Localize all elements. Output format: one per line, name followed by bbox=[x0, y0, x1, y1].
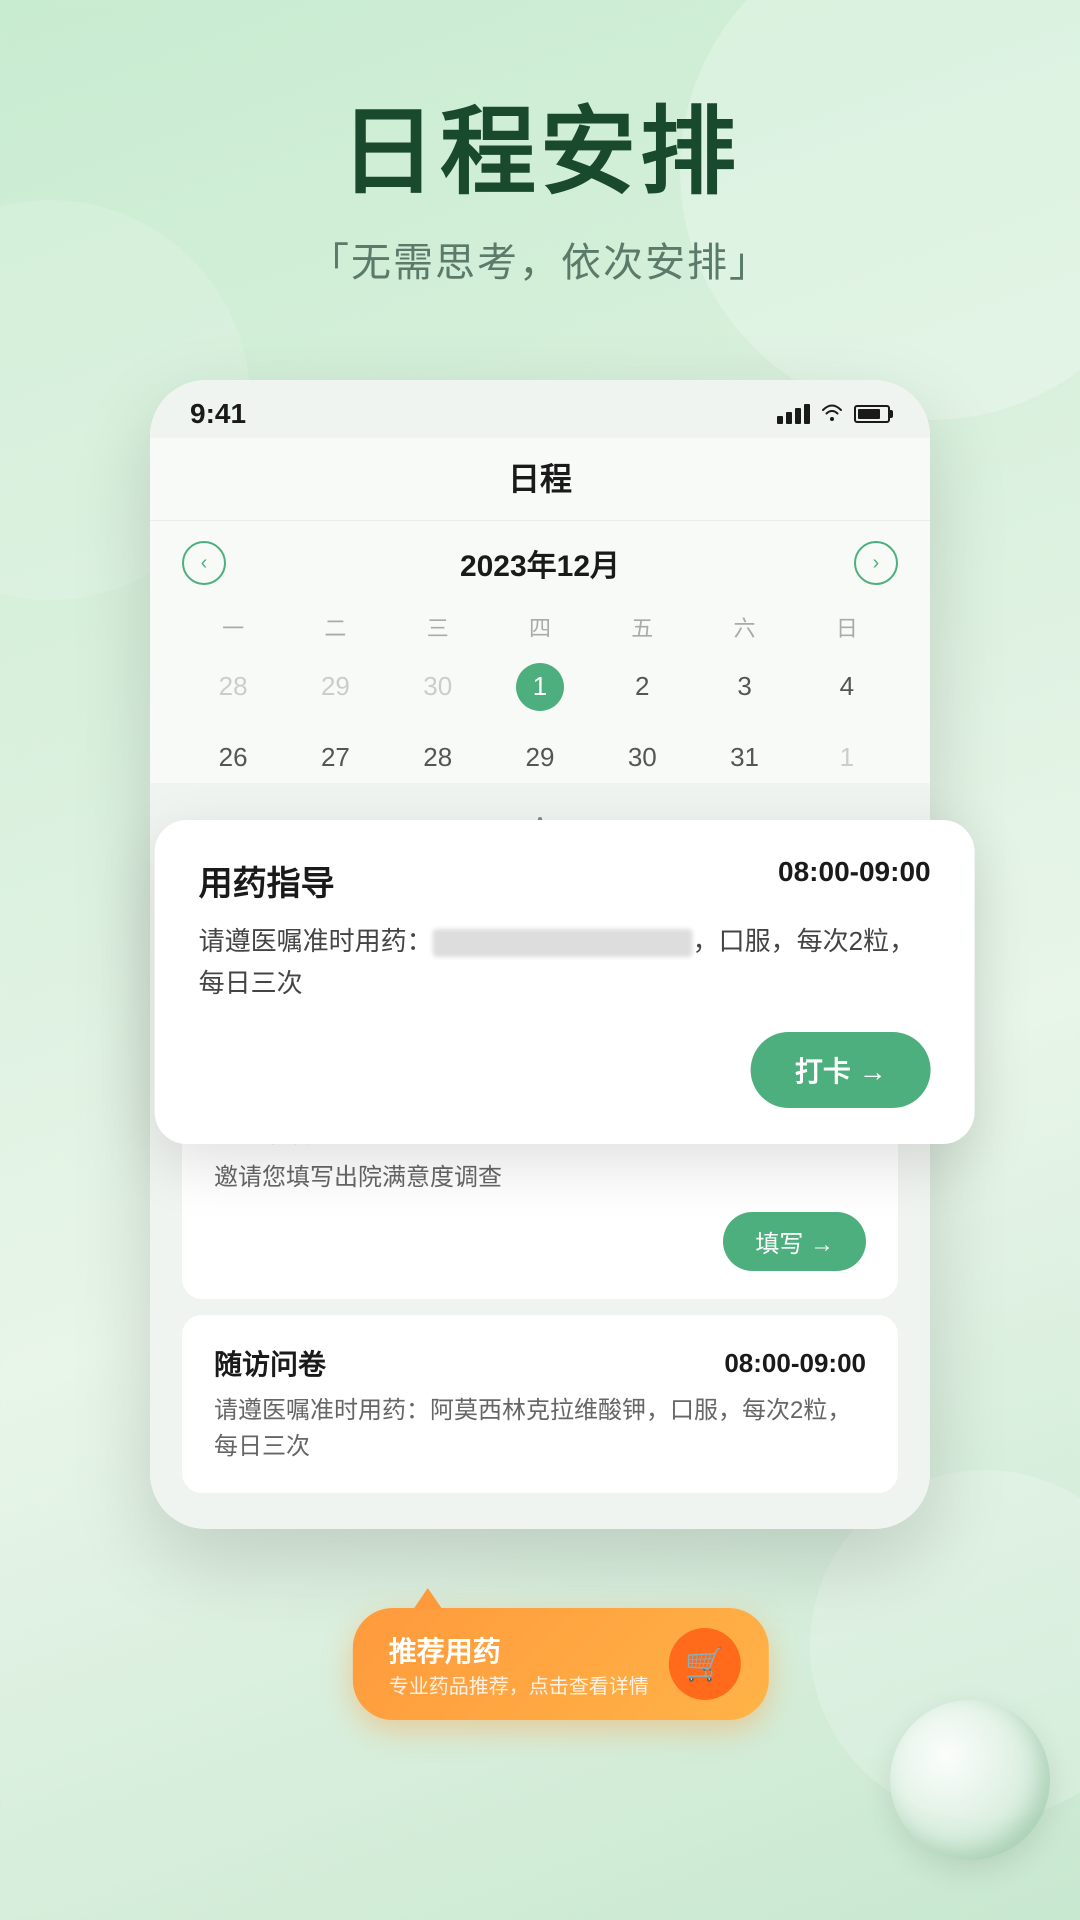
todo-item-1-footer: 填写 → bbox=[214, 1212, 866, 1271]
recommend-popup[interactable]: 推荐用药 专业药品推荐，点击查看详情 🛒 bbox=[353, 1608, 769, 1720]
todo-item-2-time: 08:00-09:00 bbox=[724, 1348, 866, 1379]
todo-item-2-header: 随访问卷 08:00-09:00 bbox=[214, 1343, 866, 1383]
weekday-tue: 二 bbox=[284, 605, 386, 649]
hero-section: 日程安排 「无需思考，依次安排」 bbox=[0, 0, 1080, 348]
app-title: 日程 bbox=[150, 454, 930, 500]
status-bar: 9:41 bbox=[150, 380, 930, 438]
cal-date-31[interactable]: 31 bbox=[693, 732, 795, 783]
cal-date-1next[interactable]: 1 bbox=[796, 732, 898, 783]
speech-bubble-tail bbox=[413, 1588, 443, 1610]
calendar-week1: 28 29 30 1 2 3 4 bbox=[182, 661, 898, 712]
status-icons bbox=[777, 401, 890, 427]
cart-icon: 🛒 bbox=[685, 1645, 725, 1683]
medication-card: 用药指导 08:00-09:00 请遵医嘱准时用药：，口服，每次2粒，每日三次 … bbox=[155, 820, 975, 1144]
app-header: 日程 bbox=[150, 438, 930, 521]
decorative-sphere bbox=[890, 1700, 1050, 1860]
cal-date-26[interactable]: 26 bbox=[182, 732, 284, 783]
wifi-icon bbox=[820, 401, 844, 427]
cal-date-4[interactable]: 4 bbox=[796, 661, 898, 712]
checkin-button[interactable]: 打卡 → bbox=[751, 1032, 931, 1108]
med-drug-name-blurred bbox=[433, 929, 693, 957]
weekday-sun: 日 bbox=[796, 605, 898, 649]
calendar-week2-container: 26 27 28 29 30 31 1 bbox=[150, 732, 930, 783]
hero-title: 日程安排 bbox=[0, 100, 1080, 206]
weekday-wed: 三 bbox=[387, 605, 489, 649]
med-card-desc: 请遵医嘱准时用药：，口服，每次2粒，每日三次 bbox=[199, 921, 931, 1004]
calendar-week2: 26 27 28 29 30 31 1 bbox=[182, 732, 898, 783]
cal-date-29prev[interactable]: 29 bbox=[284, 661, 386, 712]
weekday-sat: 六 bbox=[693, 605, 795, 649]
todo-item-2-title: 随访问卷 bbox=[214, 1343, 326, 1383]
todo-item-1-action[interactable]: 填写 → bbox=[723, 1212, 866, 1271]
status-time: 9:41 bbox=[190, 398, 246, 430]
recommend-text-area: 推荐用药 专业药品推荐，点击查看详情 bbox=[389, 1630, 649, 1699]
cal-date-3[interactable]: 3 bbox=[693, 661, 795, 712]
weekday-fri: 五 bbox=[591, 605, 693, 649]
cal-date-29[interactable]: 29 bbox=[489, 732, 591, 783]
next-month-button[interactable]: › bbox=[854, 541, 898, 585]
cal-date-28prev[interactable]: 28 bbox=[182, 661, 284, 712]
calendar-section: ‹ 2023年12月 › 一 二 三 四 五 六 日 28 29 30 1 2 … bbox=[150, 521, 930, 732]
cal-date-30[interactable]: 30 bbox=[591, 732, 693, 783]
cal-date-2[interactable]: 2 bbox=[591, 661, 693, 712]
todo-item-2: 随访问卷 08:00-09:00 请遵医嘱准时用药：阿莫西林克拉维酸钾，口服，每… bbox=[182, 1315, 898, 1493]
todo-item-2-desc: 请遵医嘱准时用药：阿莫西林克拉维酸钾，口服，每次2粒，每日三次 bbox=[214, 1393, 866, 1465]
signal-icon bbox=[777, 404, 810, 424]
prev-month-button[interactable]: ‹ bbox=[182, 541, 226, 585]
calendar-weekdays: 一 二 三 四 五 六 日 bbox=[182, 605, 898, 649]
hero-subtitle: 「无需思考，依次安排」 bbox=[0, 230, 1080, 288]
recommend-sub: 专业药品推荐，点击查看详情 bbox=[389, 1670, 649, 1699]
weekday-thu: 四 bbox=[489, 605, 591, 649]
calendar-nav: ‹ 2023年12月 › bbox=[182, 541, 898, 585]
cal-date-1[interactable]: 1 bbox=[516, 663, 564, 711]
med-desc-prefix: 请遵医嘱准时用药： bbox=[199, 926, 433, 956]
cal-date-30prev[interactable]: 30 bbox=[387, 661, 489, 712]
cal-date-27[interactable]: 27 bbox=[284, 732, 386, 783]
med-card-time: 08:00-09:00 bbox=[778, 856, 931, 888]
battery-icon bbox=[854, 405, 890, 423]
med-card-title: 用药指导 bbox=[199, 856, 335, 905]
cart-icon-button[interactable]: 🛒 bbox=[669, 1628, 741, 1700]
weekday-mon: 一 bbox=[182, 605, 284, 649]
cal-date-28[interactable]: 28 bbox=[387, 732, 489, 783]
todo-item-1-desc: 邀请您填写出院满意度调查 bbox=[214, 1160, 866, 1196]
med-card-header: 用药指导 08:00-09:00 bbox=[199, 856, 931, 905]
recommend-label: 推荐用药 bbox=[389, 1630, 649, 1670]
calendar-month-label: 2023年12月 bbox=[460, 541, 620, 585]
